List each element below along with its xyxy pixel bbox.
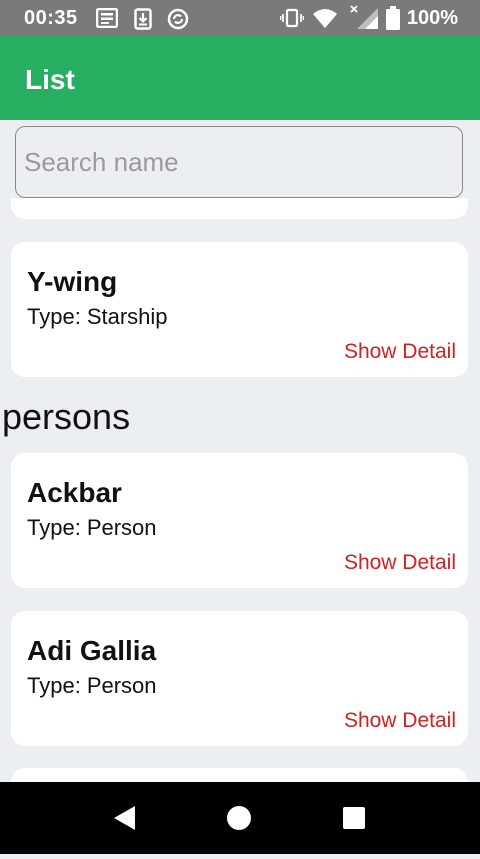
search-field[interactable] (15, 126, 463, 198)
battery-percent: 100% (406, 7, 458, 29)
back-icon (114, 806, 135, 830)
list-item-partial[interactable] (11, 198, 468, 219)
item-name: Ackbar (27, 477, 122, 508)
battery-icon (386, 6, 400, 35)
item-type: Type: Starship (27, 304, 168, 330)
item-type-label: Type: (27, 304, 81, 329)
recents-icon (343, 807, 365, 829)
show-detail-link[interactable]: Show Detail (344, 551, 456, 575)
item-type-value: Person (86, 673, 157, 698)
list-content[interactable]: Y-wing Type:Starship Show Detail persons… (0, 120, 480, 782)
item-type-value: Person (86, 515, 157, 540)
item-type: Type: Person (27, 515, 157, 541)
list-item[interactable]: Ackbar Type: Person Show Detail (11, 453, 468, 588)
search-input[interactable] (22, 127, 446, 197)
show-detail-link[interactable]: Show Detail (344, 340, 456, 364)
item-type-label: Type: (27, 515, 81, 540)
status-bar: 00:35 100% (0, 0, 480, 36)
signal-icon (349, 4, 379, 35)
vibrate-icon (279, 8, 305, 33)
list-item[interactable]: Adi Gallia Type: Person Show Detail (11, 611, 468, 746)
navigation-bar (0, 782, 480, 854)
home-icon (227, 806, 251, 830)
download-icon (134, 8, 152, 35)
item-type-label: Type: (27, 673, 81, 698)
home-button[interactable] (199, 782, 279, 854)
item-name: Adi Gallia (27, 635, 157, 666)
item-type-value: Starship (86, 304, 168, 329)
show-detail-link[interactable]: Show Detail (344, 709, 456, 733)
back-button[interactable] (84, 782, 164, 854)
list-item-partial[interactable] (11, 768, 468, 782)
sync-icon (167, 8, 189, 35)
news-icon (95, 7, 119, 33)
item-type: Type: Person (27, 673, 157, 699)
list-item[interactable]: Y-wing Type: Starship Show Detail (11, 242, 468, 377)
wifi-icon (312, 7, 338, 34)
recents-button[interactable] (314, 782, 394, 854)
status-time: 00:35 (24, 7, 78, 29)
app-bar: List (0, 36, 480, 120)
item-name: Y-wing (27, 266, 118, 297)
page-title: List (25, 64, 75, 95)
section-header: persons (2, 396, 131, 437)
